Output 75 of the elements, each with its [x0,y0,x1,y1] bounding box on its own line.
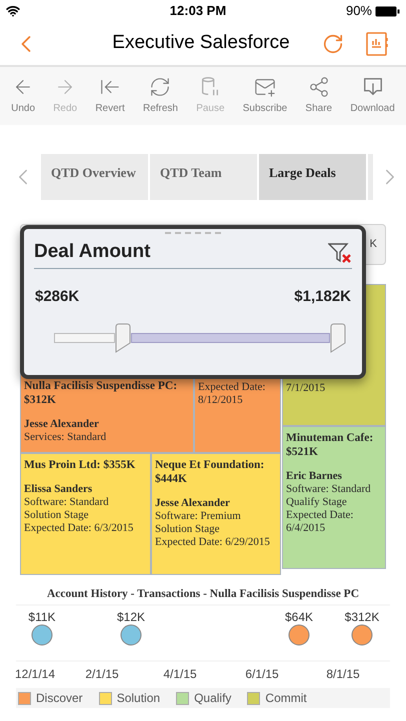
date-label: 8/1/15 [326,667,360,682]
treemap-cell[interactable]: Minuteman Cafe: $521K Eric Barnes Software: Standard Qualify Stage Expected Date: 6/4/2015 [282,426,386,569]
amount-label: $64K [284,610,314,624]
toolbar-button[interactable]: Undo [11,76,35,116]
clock-time: 12:03 PM [170,2,226,20]
transaction-bubble[interactable] [120,624,142,646]
toolbar-button[interactable]: Subscribe [242,76,288,116]
deal-detail: Expected Date: 6/29/2015 [155,536,271,549]
legend-label: Commit [265,690,307,708]
refresh-icon [149,76,172,98]
date-label: 6/1/15 [245,667,279,682]
transaction-bubble[interactable] [32,624,52,646]
popup-title: Deal Amount [34,240,150,264]
battery-icon [375,6,400,16]
slider-thumb[interactable] [114,322,131,352]
notebook-chart-icon [366,32,388,56]
toolbar-button[interactable]: Download [350,76,395,116]
date-label: 12/1/14 [14,667,56,682]
deal-owner: Jesse Alexander [155,497,231,510]
drag-handle[interactable] [165,232,221,235]
treemap-cell[interactable]: Neque Et Foundation: $444K Jesse Alexander Software: Premium Solution Stage Expected Date: 6/29/2015 [151,453,281,575]
toolbar-button[interactable]: Refresh [142,76,178,116]
deal-detail: Software: Premium [155,510,242,523]
chart-title: Account History - Transactions - Nulla Facilisis Suspendisse PC [46,587,360,602]
mail-plus-icon [254,76,276,98]
slider-rail [54,332,115,342]
page-title: Executive Salesforce [111,31,291,56]
tab[interactable]: Large Deals [259,154,366,200]
deal-detail: Services: Standard [24,431,108,444]
refresh-icon [322,32,344,54]
tab[interactable]: QTD Team [150,154,257,200]
date-label: 2/1/15 [85,667,119,682]
deal-detail: 7/1/2015 [286,382,326,395]
tab[interactable]: QTD Overview [41,154,148,200]
amount-label: $312K [344,610,380,624]
battery-percent: 90% [346,2,372,20]
max-value: $1,182K [294,287,351,307]
download-icon [362,76,384,98]
deal-detail: Qualify Stage [286,496,348,509]
range-slider[interactable] [54,322,346,352]
deal-heading: Minuteman Cafe: $521K [286,431,374,459]
wifi-icon [6,4,20,18]
clear-filter-icon[interactable] [328,242,352,264]
deal-detail: Software: Standard [24,496,110,509]
deal-detail: Solution Stage [155,523,220,536]
toolbar-button[interactable]: Share [305,76,332,116]
refresh-button[interactable] [322,32,344,54]
slider-thumb[interactable] [330,322,346,352]
deal-detail: Expected Date: [198,381,266,394]
deal-heading: Neque Et Foundation: $444K [155,458,266,486]
toolbar-button[interactable]: Revert [95,76,125,116]
deal-detail: Software: Standard [286,483,372,496]
deal-detail: Solution Stage [24,509,90,522]
amount-label: $11K [28,610,56,624]
share-icon [308,76,330,98]
deal-owner: Elissa Sanders [24,483,94,496]
notebook-button[interactable] [366,32,388,56]
deal-heading: Nulla Facilisis Suspendisse PC: [24,379,178,393]
deal-detail: 6/4/2015 [286,522,326,535]
amount-label: $12K [116,610,146,624]
deal-detail: 8/12/2015 [198,394,244,407]
deal-detail: Expected Date: 6/3/2015 [24,522,134,535]
min-value: $286K [35,287,80,307]
transaction-bubble[interactable] [352,624,372,646]
legend-label: Solution [116,690,160,708]
deal-heading: Mus Proin Ltd: $355K [24,458,136,472]
deal-detail: Expected Date: [286,509,354,522]
transaction-bubble[interactable] [288,624,310,646]
deal-amount: $312K [24,393,57,407]
deal-owner: Eric Barnes [286,470,343,483]
deal-owner: Jesse Alexander [24,418,100,431]
legend-label: Discover [36,690,83,708]
treemap-cell[interactable]: Mus Proin Ltd: $355K Elissa Sanders Software: Standard Solution Stage Expected Date: 6/3/2015 [20,453,151,575]
date-label: 4/1/15 [163,667,197,682]
legend-label: Qualify [194,690,232,708]
